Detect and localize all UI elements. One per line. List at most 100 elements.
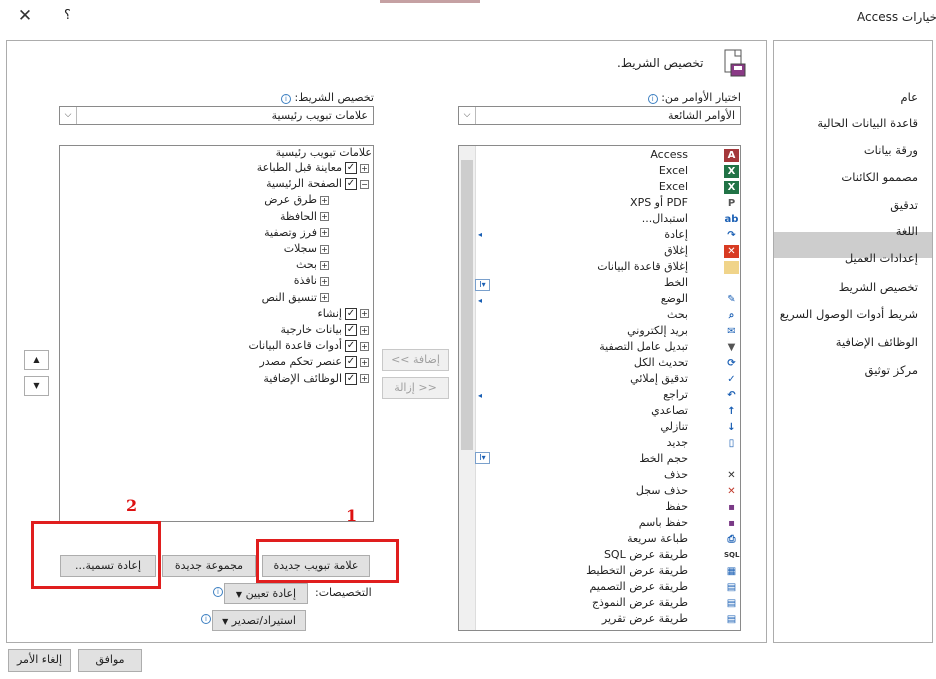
expand-icon[interactable]: + xyxy=(360,325,369,335)
collapse-icon[interactable]: − xyxy=(360,179,369,189)
tab-checkbox[interactable]: ✓ xyxy=(345,372,357,385)
nav-item[interactable]: اللغة xyxy=(896,224,918,238)
commands-scrollbar[interactable] xyxy=(459,146,476,630)
command-item[interactable]: طباعة سريعة xyxy=(627,532,688,545)
tree-item[interactable]: +✓أدوات قاعدة البيانات xyxy=(248,339,369,353)
tree-item[interactable]: −✓الصفحة الرئيسية xyxy=(60,177,373,193)
close-icon[interactable]: ✕ xyxy=(14,6,36,26)
expand-icon[interactable]: + xyxy=(360,341,369,351)
ok-button[interactable]: موافق xyxy=(78,649,142,672)
nav-item[interactable]: قاعدة البيانات الحالية xyxy=(817,116,918,130)
nav-item[interactable]: عام xyxy=(901,90,919,104)
command-item[interactable]: Excel xyxy=(659,180,688,193)
command-item[interactable]: بريد إلكتروني xyxy=(627,324,688,337)
choose-commands-combo[interactable]: ⌵ الأوامر الشائعة xyxy=(458,106,741,125)
tree-item[interactable]: +نافذة xyxy=(294,274,329,287)
nav-item[interactable]: إعدادات العميل xyxy=(845,251,918,265)
tree-item[interactable]: +طرق عرض xyxy=(264,193,329,206)
command-item[interactable]: إغلاق قاعدة البيانات xyxy=(597,260,688,273)
tab-checkbox[interactable]: ✓ xyxy=(345,356,357,369)
nav-item[interactable]: مركز توثيق xyxy=(865,363,918,377)
command-item[interactable]: حجم الخط xyxy=(639,452,688,465)
command-item[interactable]: طريقة عرض SQL xyxy=(604,548,688,561)
tree-item[interactable]: +✓الوظائف الإضافية xyxy=(263,372,369,385)
command-item[interactable]: طريقة عرض النموذج xyxy=(592,596,688,609)
move-up-button[interactable]: ▲ xyxy=(24,350,49,370)
tab-checkbox[interactable]: ✓ xyxy=(345,340,357,353)
nav-item[interactable]: ورقة بيانات xyxy=(864,143,918,157)
tab-checkbox[interactable]: ✓ xyxy=(345,162,357,174)
command-item[interactable]: طريقة عرض تقرير xyxy=(602,612,688,625)
nav-item[interactable]: تخصيص الشريط xyxy=(839,280,918,294)
nav-item[interactable]: شريط أدوات الوصول السريع xyxy=(780,307,918,321)
command-item[interactable]: حفظ xyxy=(665,500,688,513)
tree-item[interactable]: +بحث xyxy=(296,258,329,271)
expand-icon[interactable]: + xyxy=(360,309,369,319)
command-item[interactable]: تصاعدي xyxy=(651,404,688,417)
tab-checkbox[interactable]: ✓ xyxy=(345,324,357,336)
tree-item[interactable]: +✓بيانات خارجية xyxy=(281,323,369,336)
help-icon[interactable]: ؟ xyxy=(64,8,71,23)
command-item[interactable]: حفظ باسم xyxy=(639,516,688,529)
command-item[interactable]: استبدال... xyxy=(642,212,688,225)
command-item[interactable]: طريقة عرض التخطيط xyxy=(586,564,688,577)
expand-icon[interactable]: + xyxy=(320,260,329,270)
command-item[interactable]: الخط xyxy=(664,276,688,289)
nav-item[interactable]: تدقيق xyxy=(890,198,918,212)
tree-item[interactable]: +✓معاينة قبل الطباعة xyxy=(257,161,369,174)
expand-icon[interactable]: + xyxy=(360,357,369,367)
command-item[interactable]: طريقة عرض التصميم xyxy=(589,580,688,593)
command-item[interactable]: حذف xyxy=(664,468,688,481)
tree-item[interactable]: +سجلات xyxy=(284,242,329,255)
command-item[interactable]: إعادة xyxy=(664,228,688,241)
command-item[interactable]: تحديث الكل xyxy=(634,356,688,369)
tree-item[interactable]: +الحافظة xyxy=(280,210,329,223)
command-item[interactable]: تدقيق إملائي xyxy=(630,372,688,385)
tree-header: علامات تبويب رئيسية xyxy=(275,146,372,159)
command-item[interactable]: الوضع xyxy=(661,292,688,305)
tree-item[interactable]: +✓إنشاء xyxy=(318,307,369,320)
expand-icon[interactable]: + xyxy=(320,276,329,286)
command-item[interactable]: تنازلي xyxy=(660,420,688,433)
command-item[interactable]: Access xyxy=(650,148,688,161)
command-item[interactable]: جديد xyxy=(667,436,688,449)
commands-list[interactable]: Access A Excel X Excel X PDF أو XPS P استبدال...… xyxy=(458,145,741,631)
delete-icon: ✕ xyxy=(727,470,736,481)
tab-checkbox[interactable]: ✓ xyxy=(345,307,357,320)
command-item[interactable]: Excel xyxy=(659,164,688,177)
add-button[interactable]: إضافة >> xyxy=(382,349,449,371)
ribbon-tree[interactable]: علامات تبويب رئيسية +✓معاينة قبل الطباعة −… xyxy=(59,145,374,522)
save-icon: ▪ xyxy=(728,502,735,513)
expand-icon[interactable]: + xyxy=(320,228,329,238)
cancel-button[interactable]: إلغاء الأمر xyxy=(8,649,71,672)
tree-item-label: عنصر تحكم مصدر xyxy=(259,355,342,369)
command-item[interactable]: تبديل عامل التصفية xyxy=(599,340,688,353)
tree-item[interactable]: +فرز وتصفية xyxy=(264,226,329,239)
command-item[interactable]: إغلاق xyxy=(664,244,688,257)
remove-button[interactable]: << إزالة xyxy=(382,377,449,399)
tree-item[interactable]: +تنسيق النص xyxy=(262,291,329,304)
expand-icon[interactable]: + xyxy=(320,195,329,205)
import-export-dropdown[interactable]: استيراد/تصدير ▼ xyxy=(212,610,306,631)
reset-dropdown[interactable]: إعادة تعيين ▼ xyxy=(224,583,308,604)
tab-checkbox[interactable]: ✓ xyxy=(345,178,357,191)
tree-item[interactable]: +✓عنصر تحكم مصدر xyxy=(259,355,369,369)
expand-icon[interactable]: + xyxy=(320,244,329,254)
expand-icon[interactable]: + xyxy=(360,374,369,384)
chevron-down-icon: ⌵ xyxy=(60,107,77,124)
tree-item-label: الوظائف الإضافية xyxy=(263,371,342,385)
expand-icon[interactable]: + xyxy=(320,293,329,303)
nav-item[interactable]: مصممو الكائنات xyxy=(841,170,918,184)
nav-item[interactable]: الوظائف الإضافية xyxy=(836,335,918,349)
expand-icon[interactable]: + xyxy=(360,163,369,173)
new-group-button[interactable]: مجموعة جديدة xyxy=(162,555,256,577)
command-item[interactable]: تراجع xyxy=(663,388,688,401)
customize-ribbon-combo[interactable]: ⌵ علامات تبويب رئيسية xyxy=(59,106,374,125)
command-item[interactable]: PDF أو XPS xyxy=(630,196,688,209)
command-item[interactable]: بحث xyxy=(667,308,688,321)
scrollbar-thumb[interactable] xyxy=(461,160,473,450)
move-down-button[interactable]: ▼ xyxy=(24,376,49,396)
design-view-icon: ▤ xyxy=(726,582,737,593)
command-item[interactable]: حذف سجل xyxy=(636,484,688,497)
expand-icon[interactable]: + xyxy=(320,212,329,222)
